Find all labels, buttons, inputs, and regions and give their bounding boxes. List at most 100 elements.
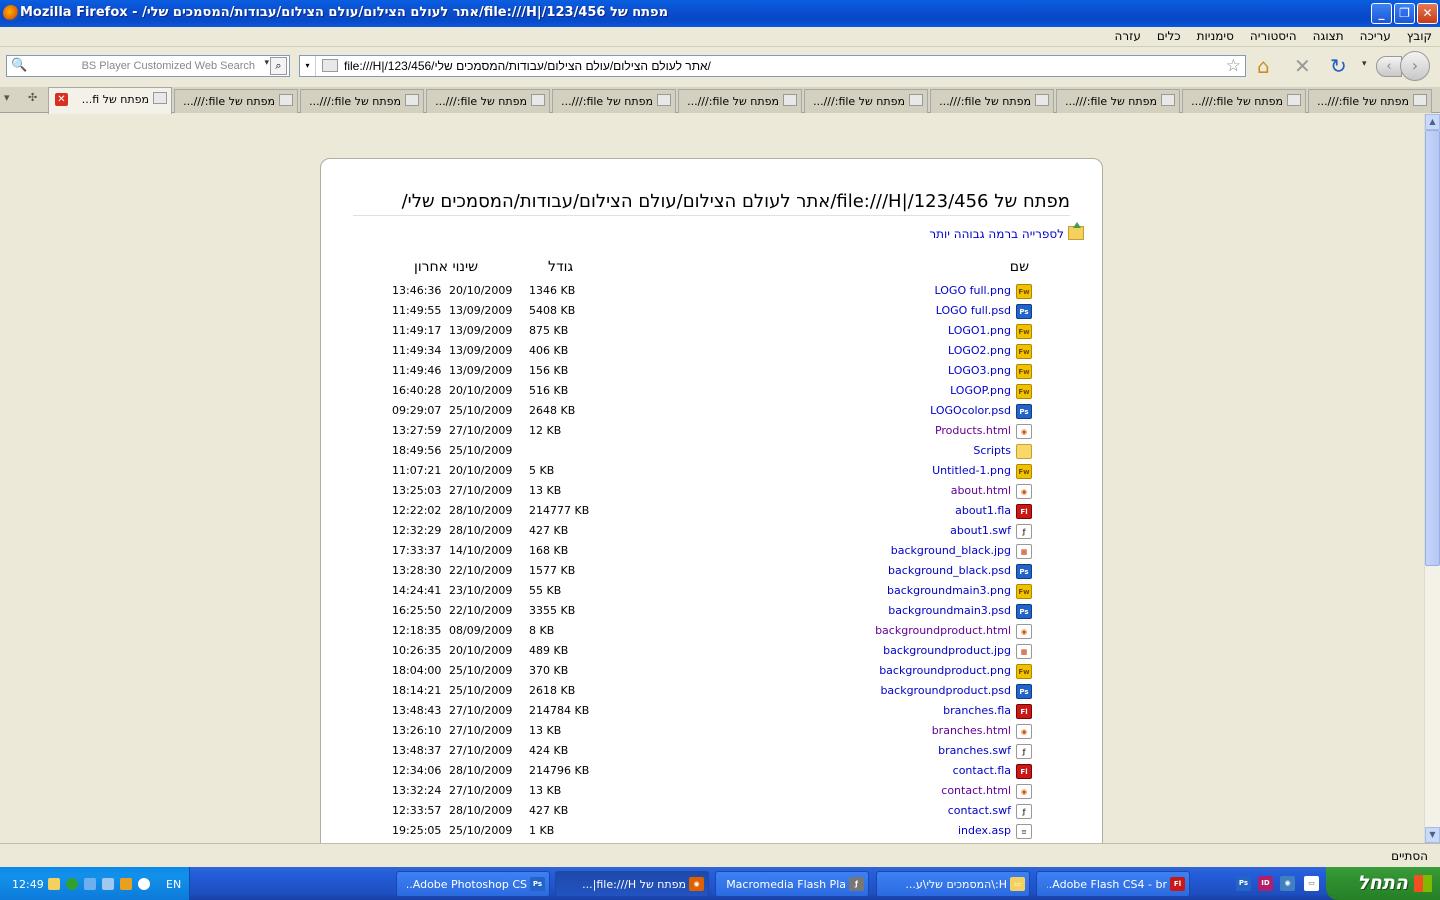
photoshop-quicklaunch-icon[interactable]: Ps (1236, 876, 1251, 891)
file-name-link[interactable]: branches.swf (938, 744, 1011, 757)
tab[interactable]: מפתח של file:///... (174, 89, 298, 113)
parent-directory-link[interactable]: לספרייה ברמה גבוהה יותר (929, 222, 1084, 241)
file-row[interactable]: ◉ about.html 13 KB 27/10/2009 13:25:03 (321, 482, 1104, 502)
file-row[interactable]: ◉ Products.html 12 KB 27/10/2009 13:27:59 (321, 422, 1104, 442)
language-indicator[interactable]: EN (166, 878, 181, 891)
file-name-link[interactable]: contact.swf (948, 804, 1011, 817)
file-row[interactable]: Fl branches.fla 214784 KB 27/10/2009 13:48:4… (321, 702, 1104, 722)
show-desktop-icon[interactable]: ▭ (1304, 876, 1319, 891)
tray-folder-icon[interactable] (48, 878, 60, 890)
file-row[interactable]: Fw backgroundmain3.png 55 KB 23/10/2009 14:2… (321, 582, 1104, 602)
file-name-link[interactable]: Products.html (935, 424, 1011, 437)
file-name-link[interactable]: backgroundproduct.html (875, 624, 1011, 637)
file-row[interactable]: Ps backgroundproduct.psd 2618 KB 25/10/2009… (321, 682, 1104, 702)
file-row[interactable]: Ps backgroundmain3.psd 3355 KB 22/10/2009 16… (321, 602, 1104, 622)
address-bar[interactable]: ▾ file:///H|/123/456/אתר לעולם הצילום/עו… (299, 55, 1246, 77)
tray-users-icon[interactable] (84, 878, 96, 890)
tab[interactable]: מפתח של file:///... (930, 89, 1054, 113)
file-name-link[interactable]: about1.fla (955, 504, 1011, 517)
home-icon[interactable]: ⌂ (1257, 55, 1270, 77)
file-name-link[interactable]: branches.html (932, 724, 1011, 737)
new-tab-icon[interactable]: ✣ (28, 91, 37, 104)
menu-edit[interactable]: עריכה (1360, 29, 1391, 43)
tab[interactable]: מפתח של file:///... (1056, 89, 1180, 113)
file-name-link[interactable]: index.asp (958, 824, 1011, 837)
file-name-link[interactable]: branches.fla (943, 704, 1011, 717)
tray-network-icon[interactable] (66, 878, 78, 890)
file-name-link[interactable]: contact.fla (953, 764, 1011, 777)
start-button[interactable]: התחל (1326, 867, 1440, 900)
bookmark-star-icon[interactable]: ☆ (1226, 56, 1241, 76)
close-tab-icon[interactable]: ✕ (55, 93, 68, 106)
tab-active[interactable]: מפתח של fi... ✕ (48, 87, 172, 114)
history-dropdown-icon[interactable]: ▾ (1362, 59, 1367, 69)
file-row[interactable]: ▦ backgroundproduct.jpg 489 KB 20/10/2009 10… (321, 642, 1104, 662)
file-row[interactable]: ƒ contact.swf 427 KB 28/10/2009 12:33:57 (321, 802, 1104, 822)
file-row[interactable]: Fw LOGO1.png 875 KB 13/09/2009 11:49:17 (321, 322, 1104, 342)
file-name-link[interactable]: backgroundproduct.jpg (883, 644, 1011, 657)
file-row[interactable]: Fw LOGO2.png 406 KB 13/09/2009 11:49:34 (321, 342, 1104, 362)
file-name-link[interactable]: LOGO2.png (948, 344, 1011, 357)
url-text[interactable]: file:///H|/123/456/אתר לעולם הצילום/עולם… (344, 59, 711, 73)
file-row[interactable]: Fw LOGOP.png 516 KB 20/10/2009 16:40:28 (321, 382, 1104, 402)
menu-view[interactable]: תצוגה (1313, 29, 1344, 43)
file-row[interactable]: Fw LOGO3.png 156 KB 13/09/2009 11:49:46 (321, 362, 1104, 382)
file-row[interactable]: Fl about1.fla 214777 KB 28/10/2009 12:22:02 (321, 502, 1104, 522)
taskbar-window-button[interactable]: ƒMacromedia Flash Pla... (715, 871, 869, 897)
search-engine-dropdown-icon[interactable]: ▾ (264, 58, 269, 68)
close-window-button[interactable]: ✕ (1417, 3, 1438, 24)
file-name-link[interactable]: LOGO full.png (935, 284, 1011, 297)
menu-bookmarks[interactable]: סימניות (1197, 29, 1234, 43)
file-row[interactable]: Fw LOGO full.png 1346 KB 20/10/2009 13:46:36 (321, 282, 1104, 302)
vertical-scrollbar[interactable]: ▲ ▼ (1424, 114, 1440, 843)
tray-security-icon[interactable] (120, 878, 132, 890)
taskbar-window-button[interactable]: FlAdobe Flash CS4 - br... (1036, 871, 1190, 897)
scroll-thumb[interactable] (1425, 130, 1440, 566)
file-name-link[interactable]: backgroundproduct.png (879, 664, 1011, 677)
file-name-link[interactable]: Scripts (973, 444, 1011, 457)
tab[interactable]: מפתח של file:///... (300, 89, 424, 113)
file-name-link[interactable]: contact.html (941, 784, 1011, 797)
file-row[interactable]: Fw backgroundproduct.png 370 KB 25/10/2009 1… (321, 662, 1104, 682)
file-name-link[interactable]: Untitled-1.png (932, 464, 1011, 477)
taskbar-window-button[interactable]: ▭ H:\המסמכים שלי\ע... (876, 871, 1030, 897)
file-name-link[interactable]: LOGO1.png (948, 324, 1011, 337)
column-header-modified[interactable]: שינוי אחרון (414, 259, 478, 275)
file-name-link[interactable]: background_black.jpg (891, 544, 1011, 557)
file-row[interactable]: Ps LOGOcolor.psd 2648 KB 25/10/2009 09:29:07 (321, 402, 1104, 422)
minimize-button[interactable]: _ (1371, 3, 1392, 24)
file-row[interactable]: Fl contact.fla 214796 KB 28/10/2009 12:34:06 (321, 762, 1104, 782)
scroll-down-button[interactable]: ▼ (1425, 827, 1440, 843)
tab[interactable]: מפתח של file:///... (426, 89, 550, 113)
maximize-button[interactable]: ❐ (1394, 3, 1415, 24)
parent-directory-label[interactable]: לספרייה ברמה גבוהה יותר (929, 227, 1064, 241)
url-history-dropdown-icon[interactable]: ▾ (300, 56, 316, 76)
reload-icon[interactable]: ↻ (1330, 55, 1347, 77)
file-row[interactable]: ƒ about1.swf 427 KB 28/10/2009 12:32:29 (321, 522, 1104, 542)
menu-file[interactable]: קובץ (1407, 29, 1432, 43)
tray-monitor-icon[interactable] (102, 878, 114, 890)
file-name-link[interactable]: about.html (951, 484, 1011, 497)
indesign-quicklaunch-icon[interactable]: ID (1258, 876, 1273, 891)
search-go-button[interactable]: ⌕ (270, 57, 287, 75)
file-row[interactable]: Scripts 25/10/2009 18:49:56 (321, 442, 1104, 462)
file-name-link[interactable]: backgroundmain3.png (887, 584, 1011, 597)
column-header-size[interactable]: גודל (548, 259, 573, 275)
back-button[interactable]: ‹ (1376, 56, 1402, 77)
taskbar-window-button[interactable]: ◉ מפתח של file:///H|... (555, 871, 709, 897)
menu-tools[interactable]: כלים (1157, 29, 1181, 43)
file-row[interactable]: ◉ backgroundproduct.html 8 KB 08/09/2009 12:… (321, 622, 1104, 642)
scroll-up-button[interactable]: ▲ (1425, 114, 1440, 130)
file-name-link[interactable]: LOGOcolor.psd (930, 404, 1011, 417)
file-row[interactable]: ◉ contact.html 13 KB 27/10/2009 13:32:24 (321, 782, 1104, 802)
tab[interactable]: מפתח של file:///... (1182, 89, 1306, 113)
tab[interactable]: מפתח של file:///... (1308, 89, 1432, 113)
file-name-link[interactable]: backgroundproduct.psd (880, 684, 1011, 697)
forward-button[interactable]: › (1400, 51, 1430, 81)
menu-help[interactable]: עזרה (1115, 29, 1141, 43)
file-name-link[interactable]: background_black.psd (888, 564, 1011, 577)
file-name-link[interactable]: LOGOP.png (950, 384, 1011, 397)
file-row[interactable]: ▦ background_black.jpg 168 KB 14/10/2009 17:… (321, 542, 1104, 562)
menu-history[interactable]: היסטוריה (1250, 29, 1297, 43)
tab-list-dropdown-icon[interactable]: ▾ (4, 91, 10, 104)
